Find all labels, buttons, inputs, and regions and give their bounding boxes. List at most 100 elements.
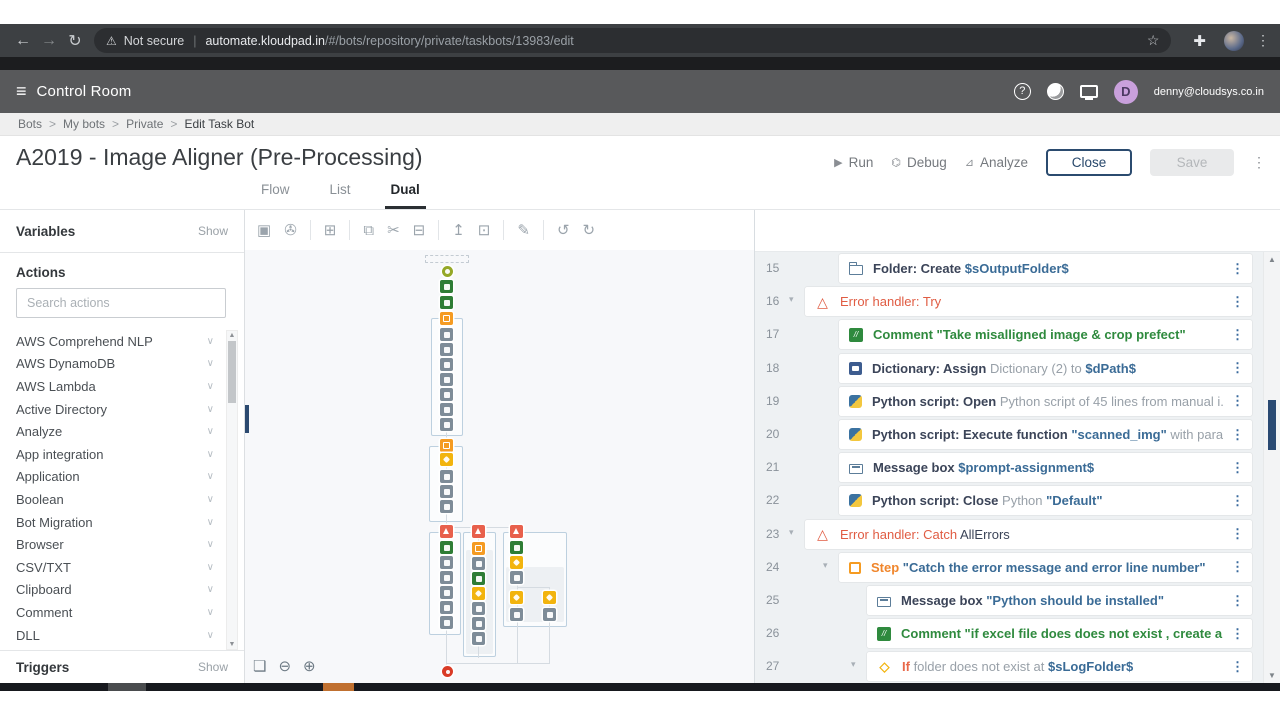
variables-show-link[interactable]: Show — [198, 224, 228, 238]
flow-node-comment[interactable] — [440, 296, 453, 309]
sidebar-category-app-integration[interactable]: App integration ∨ — [0, 443, 224, 466]
edit-disabled-icon[interactable]: ✎ — [517, 221, 530, 239]
sidebar-category-aws-comprehend-nlp[interactable]: AWS Comprehend NLP ∨ — [0, 330, 224, 353]
flow-node-action[interactable] — [440, 571, 453, 584]
flow-node-action[interactable] — [510, 608, 523, 621]
paste-icon[interactable]: ⊟ — [413, 221, 426, 239]
fit-to-screen-icon[interactable]: ❏ — [253, 657, 266, 675]
row-menu-icon[interactable]: ⋮ — [1231, 327, 1244, 343]
help-icon[interactable]: ? — [1013, 83, 1031, 100]
devices-icon[interactable] — [1079, 85, 1098, 100]
flow-node-if[interactable] — [510, 591, 523, 604]
sidebar-category-aws-dynamodb[interactable]: AWS DynamoDB ∨ — [0, 353, 224, 376]
sidebar-category-dll[interactable]: DLL ∨ — [0, 624, 224, 647]
flow-node-comment[interactable] — [440, 280, 453, 293]
sidebar-category-browser[interactable]: Browser ∨ — [0, 533, 224, 556]
row-menu-icon[interactable]: ⋮ — [1231, 526, 1244, 542]
sidebar-scrollbar[interactable]: ▲ ▼ — [226, 330, 238, 650]
step-card[interactable]: Step "Catch the error message and error … — [839, 552, 1252, 582]
zoom-out-icon[interactable]: ⊖ — [278, 657, 291, 675]
flow-node-action[interactable] — [472, 632, 485, 645]
close-button[interactable]: Close — [1046, 149, 1132, 176]
zoom-in-icon[interactable]: ⊕ — [303, 657, 316, 675]
row-menu-icon[interactable]: ⋮ — [1231, 360, 1244, 376]
flow-node-start[interactable] — [442, 266, 453, 277]
address-bar[interactable]: ⚠ Not secure | automate.kloudpad.in /#/b… — [94, 28, 1172, 53]
row-menu-icon[interactable]: ⋮ — [1231, 659, 1244, 675]
flow-node-if[interactable] — [472, 587, 485, 600]
scroll-up-icon[interactable]: ▲ — [1264, 255, 1280, 264]
step-card[interactable]: Folder: Create $sOutputFolder$ ⋮ — [839, 254, 1252, 283]
tab-dual[interactable]: Dual — [384, 182, 426, 209]
flow-node-try[interactable] — [472, 525, 485, 538]
breadcrumb-item[interactable]: My bots — [63, 117, 105, 131]
collapse-chevron-icon[interactable]: ▾ — [851, 659, 856, 670]
flow-node-action[interactable] — [440, 403, 453, 416]
trigger-icon[interactable]: ✇ — [284, 221, 297, 239]
flow-node-action[interactable] — [440, 586, 453, 599]
collapse-chevron-icon[interactable]: ▾ — [789, 527, 794, 538]
step-card[interactable]: ◇ If folder does not exist at $sLogFolder… — [867, 652, 1252, 682]
flow-node-comment[interactable] — [472, 572, 485, 585]
flow-node-action[interactable] — [440, 358, 453, 371]
row-menu-icon[interactable]: ⋮ — [1231, 427, 1244, 443]
flow-node-action[interactable] — [440, 601, 453, 614]
breadcrumb-item[interactable]: Private — [126, 117, 163, 131]
sidebar-category-aws-lambda[interactable]: AWS Lambda ∨ — [0, 375, 224, 398]
redo-icon[interactable]: ↻ — [583, 221, 596, 239]
step-card[interactable]: Python script: Close Python "Default" ⋮ — [839, 486, 1252, 516]
row-menu-icon[interactable]: ⋮ — [1231, 593, 1244, 609]
collapse-chevron-icon[interactable]: ▾ — [823, 560, 828, 571]
flow-node-action[interactable] — [510, 571, 523, 584]
sidebar-category-application[interactable]: Application ∨ — [0, 466, 224, 489]
breadcrumb-item[interactable]: Bots — [18, 117, 42, 131]
back-icon[interactable]: ← — [10, 32, 36, 50]
row-menu-icon[interactable]: ⋮ — [1231, 393, 1244, 409]
flow-node-comment[interactable] — [440, 541, 453, 554]
hamburger-menu-icon[interactable]: ≡ — [16, 81, 27, 102]
flow-node-try[interactable] — [510, 525, 523, 538]
tab-flow[interactable]: Flow — [255, 182, 296, 209]
flow-node-action[interactable] — [440, 418, 453, 431]
row-menu-icon[interactable]: ⋮ — [1231, 261, 1244, 277]
row-menu-icon[interactable]: ⋮ — [1231, 493, 1244, 509]
flow-node-comment[interactable] — [510, 541, 523, 554]
scroll-down-icon[interactable]: ▼ — [227, 641, 237, 648]
flow-node-action[interactable] — [472, 557, 485, 570]
clipboard-icon[interactable]: ⊡ — [478, 221, 491, 239]
reload-icon[interactable]: ↻ — [62, 31, 88, 51]
tab-list[interactable]: List — [324, 182, 357, 209]
sidebar-category-analyze[interactable]: Analyze ∨ — [0, 420, 224, 443]
more-actions-icon[interactable]: ⋮ — [1252, 154, 1266, 171]
scroll-up-icon[interactable]: ▲ — [227, 332, 237, 339]
sidebar-category-boolean[interactable]: Boolean ∨ — [0, 488, 224, 511]
flow-canvas[interactable]: ❏ ⊖ ⊕ — [245, 250, 754, 683]
copy-icon[interactable]: ⧉ — [363, 222, 374, 239]
share-icon[interactable]: ↥ — [452, 221, 465, 239]
list-scrollbar[interactable]: ▲ ▼ — [1263, 252, 1280, 683]
flow-node-action[interactable] — [440, 328, 453, 341]
undo-icon[interactable]: ↺ — [557, 221, 570, 239]
sidebar-category-active-directory[interactable]: Active Directory ∨ — [0, 398, 224, 421]
flow-node-action[interactable] — [440, 470, 453, 483]
flow-node-action[interactable] — [440, 500, 453, 513]
flow-node-action[interactable] — [440, 343, 453, 356]
row-menu-icon[interactable]: ⋮ — [1231, 626, 1244, 642]
scrollbar-thumb[interactable] — [228, 341, 236, 403]
flow-node-step[interactable] — [440, 439, 453, 452]
step-card[interactable]: △ Error handler: Catch AllErrors ⋮ — [805, 519, 1252, 549]
flow-node-try[interactable] — [440, 525, 453, 538]
flow-node-dashed[interactable] — [425, 255, 469, 263]
save-button[interactable]: Save — [1150, 149, 1234, 176]
step-card[interactable]: Comment "if excel file does does not exi… — [867, 619, 1252, 649]
sidebar-category-csv-txt[interactable]: CSV/TXT ∨ — [0, 556, 224, 579]
flow-node-step[interactable] — [472, 542, 485, 555]
not-secure-label[interactable]: Not secure — [124, 34, 184, 48]
run-button[interactable]: ▶ Run — [834, 155, 873, 170]
triggers-show-link[interactable]: Show — [198, 660, 228, 674]
flow-node-if[interactable] — [440, 453, 453, 466]
flow-node-action[interactable] — [472, 602, 485, 615]
flow-node-if[interactable] — [510, 556, 523, 569]
browser-profile-avatar[interactable] — [1224, 30, 1244, 51]
sidebar-category-bot-migration[interactable]: Bot Migration ∨ — [0, 511, 224, 534]
